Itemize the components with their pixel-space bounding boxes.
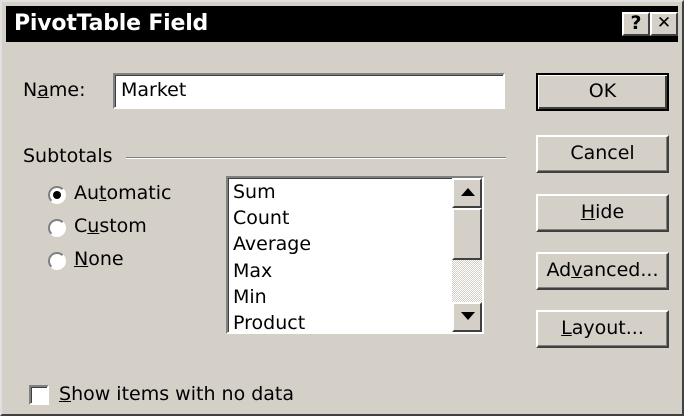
scroll-thumb[interactable]: [452, 208, 482, 260]
scroll-down-button[interactable]: [452, 302, 482, 332]
list-item[interactable]: Sum: [233, 181, 276, 203]
scroll-up-button[interactable]: [452, 178, 482, 208]
list-item[interactable]: Min: [233, 286, 267, 308]
radio-automatic-label: Automatic: [74, 182, 172, 204]
radio-custom-button[interactable]: [48, 219, 66, 237]
show-items-label: Show items with no data: [59, 383, 295, 405]
radio-none-button[interactable]: [48, 252, 66, 270]
close-button[interactable]: ✕: [650, 12, 678, 36]
layout-button[interactable]: Layout...: [536, 310, 669, 348]
subtotals-group-label: Subtotals: [23, 145, 113, 167]
list-item[interactable]: Product: [233, 312, 305, 332]
title-bar[interactable]: PivotTable Field ? ✕: [6, 6, 678, 42]
name-label: Name:: [23, 79, 86, 101]
cancel-button[interactable]: Cancel: [536, 135, 669, 173]
list-item[interactable]: Max: [233, 260, 272, 282]
pivottable-field-dialog: PivotTable Field ? ✕ Name: Market Subtot…: [0, 0, 684, 416]
dialog-title: PivotTable Field: [14, 11, 209, 36]
show-items-checkbox[interactable]: [29, 385, 49, 405]
close-icon: ✕: [656, 13, 672, 33]
help-icon: ?: [630, 12, 642, 34]
advanced-button[interactable]: Advanced...: [536, 252, 669, 290]
subtotal-function-list[interactable]: Sum Count Average Max Min Product: [226, 176, 484, 334]
subtotals-divider: [126, 157, 506, 159]
radio-selected-dot: [53, 191, 61, 199]
name-input[interactable]: Market: [113, 73, 505, 109]
radio-custom-label: Custom: [74, 215, 147, 237]
radio-automatic-button[interactable]: [48, 186, 66, 204]
radio-none-label: None: [74, 248, 124, 270]
list-item[interactable]: Count: [233, 207, 289, 229]
list-scrollbar[interactable]: [452, 178, 482, 332]
help-button[interactable]: ?: [622, 12, 650, 36]
arrow-up-icon: [461, 188, 475, 196]
ok-button[interactable]: OK: [536, 73, 669, 111]
hide-button[interactable]: Hide: [536, 194, 669, 232]
arrow-down-icon: [461, 312, 475, 320]
list-item[interactable]: Average: [233, 233, 311, 255]
